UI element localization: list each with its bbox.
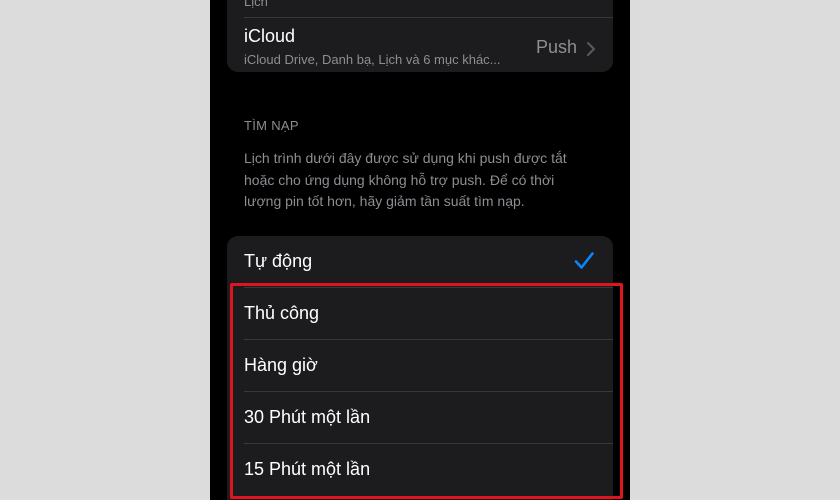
fetch-option-label: 15 Phút một lần (244, 459, 371, 479)
fetch-option-automatic[interactable]: Tự động (227, 236, 613, 288)
accounts-group: Lịch iCloud iCloud Drive, Danh bạ, Lịch … (227, 0, 613, 72)
fetch-section-header: TÌM NẠP (244, 118, 299, 133)
fetch-option-manual[interactable]: Thủ công (227, 288, 613, 340)
previous-account-subtitle: Lịch (244, 0, 268, 9)
fetch-section-description: Lịch trình dưới đây được sử dụng khi pus… (244, 150, 567, 209)
fetch-options-group: Tự động Thủ công Hàng giờ 30 Phút một lầ… (227, 236, 613, 500)
fetch-option-hourly[interactable]: Hàng giờ (227, 340, 613, 392)
icloud-account-title: iCloud (244, 26, 296, 46)
fetch-option-label: Tự động (244, 251, 313, 271)
settings-screen: Lịch iCloud iCloud Drive, Danh bạ, Lịch … (210, 0, 630, 500)
divider (244, 17, 613, 18)
fetch-option-label: Thủ công (244, 303, 320, 323)
fetch-option-30-minutes[interactable]: 30 Phút một lần (227, 392, 613, 444)
icloud-fetch-value: Push (535, 37, 577, 57)
fetch-option-label: 30 Phút một lần (244, 407, 371, 427)
chevron-right-icon (587, 42, 595, 56)
fetch-option-label: Hàng giờ (244, 355, 318, 375)
icloud-account-subtitle: iCloud Drive, Danh bạ, Lịch và 6 mục khá… (244, 52, 501, 67)
checkmark-icon (574, 252, 594, 269)
fetch-option-15-minutes[interactable]: 15 Phút một lần (227, 444, 613, 496)
